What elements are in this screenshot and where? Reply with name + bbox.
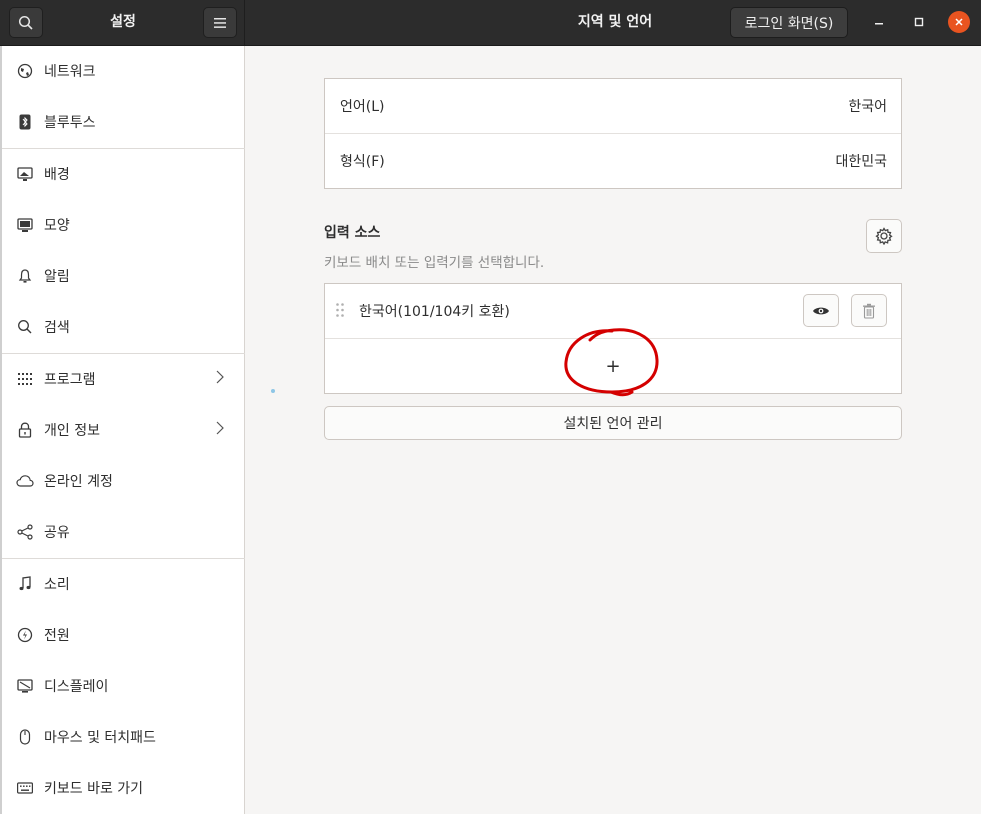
bluetooth-icon	[16, 113, 34, 131]
input-sources-description: 키보드 배치 또는 입력기를 선택합니다.	[324, 255, 545, 271]
sidebar-item-label: 공유	[44, 525, 70, 541]
sidebar-item-network[interactable]: 네트워크	[2, 46, 245, 96]
chevron-right-icon	[216, 370, 224, 388]
sidebar-item-sharing[interactable]: 공유	[2, 507, 245, 557]
language-format-panel: 언어(L) 한국어 형식(F) 대한민국	[324, 78, 902, 189]
sidebar-item-bluetooth[interactable]: 블루투스	[2, 97, 245, 147]
login-screen-button[interactable]: 로그인 화면(S)	[730, 7, 848, 38]
hamburger-icon	[214, 17, 226, 28]
sidebar-item-applications[interactable]: 프로그램	[2, 354, 245, 404]
gear-icon	[875, 227, 893, 245]
input-sources-title: 입력 소스	[324, 225, 381, 241]
cloud-icon	[16, 472, 34, 490]
cursor-dot	[271, 389, 275, 393]
trash-icon	[863, 303, 875, 319]
appearance-icon	[16, 216, 34, 234]
menu-button[interactable]	[203, 7, 237, 38]
sidebar-item-label: 마우스 및 터치패드	[44, 730, 156, 746]
input-sources-list: 한국어(101/104키 호환) +	[324, 283, 902, 394]
sidebar-item-label: 모양	[44, 218, 70, 234]
sidebar-item-label: 소리	[44, 577, 70, 593]
input-source-options-button[interactable]	[866, 219, 902, 253]
close-icon	[955, 18, 963, 26]
formats-label: 형식(F)	[340, 154, 385, 170]
sidebar-item-mouse-touchpad[interactable]: 마우스 및 터치패드	[2, 712, 245, 762]
share-icon	[16, 523, 34, 541]
search-icon	[18, 15, 33, 30]
sidebar-item-keyboard-shortcuts[interactable]: 키보드 바로 가기	[2, 763, 245, 813]
sidebar: 네트워크 블루투스 배경 모양 알림 검색 프로그램 개인 정보 온라인 계정 …	[0, 46, 245, 814]
sidebar-item-background[interactable]: 배경	[2, 149, 245, 199]
language-row[interactable]: 언어(L) 한국어	[325, 79, 901, 133]
mouse-icon	[16, 728, 34, 746]
header-bar: 설정 지역 및 언어 로그인 화면(S)	[0, 0, 981, 46]
apps-grid-icon	[16, 370, 34, 388]
add-input-source-button[interactable]: +	[325, 339, 901, 393]
bell-icon	[16, 267, 34, 285]
input-source-label: 한국어(101/104키 호환)	[359, 304, 510, 320]
sidebar-item-label: 배경	[44, 167, 70, 183]
sidebar-item-label: 온라인 계정	[44, 474, 113, 490]
formats-row[interactable]: 형식(F) 대한민국	[325, 134, 901, 188]
keyboard-icon	[16, 779, 34, 797]
sidebar-item-label: 네트워크	[44, 64, 96, 80]
network-icon	[16, 62, 34, 80]
sidebar-item-display[interactable]: 디스플레이	[2, 661, 245, 711]
sidebar-item-label: 개인 정보	[44, 423, 100, 439]
sidebar-item-label: 키보드 바로 가기	[44, 781, 144, 797]
language-label: 언어(L)	[340, 99, 385, 115]
sidebar-header: 설정	[0, 0, 245, 45]
input-source-row[interactable]: 한국어(101/104키 호환)	[325, 284, 901, 338]
close-button[interactable]	[948, 11, 970, 33]
preview-layout-button[interactable]	[803, 294, 839, 327]
remove-input-source-button[interactable]	[851, 294, 887, 327]
drag-handle-icon[interactable]	[335, 302, 345, 322]
language-value: 한국어	[848, 99, 887, 115]
eye-icon	[813, 307, 829, 314]
minimize-icon	[875, 23, 883, 25]
add-icon: +	[605, 355, 621, 377]
sidebar-item-appearance[interactable]: 모양	[2, 200, 245, 250]
sidebar-item-sound[interactable]: 소리	[2, 559, 245, 609]
sidebar-item-search[interactable]: 검색	[2, 302, 245, 352]
sidebar-item-online-accounts[interactable]: 온라인 계정	[2, 456, 245, 506]
chevron-right-icon	[216, 421, 224, 439]
sidebar-item-label: 검색	[44, 320, 70, 336]
manage-installed-languages-button[interactable]: 설치된 언어 관리	[324, 406, 902, 440]
minimize-button[interactable]	[868, 11, 890, 33]
search-icon	[16, 318, 34, 336]
sidebar-item-power[interactable]: 전원	[2, 610, 245, 660]
page-title: 지역 및 언어	[577, 14, 653, 30]
lock-icon	[16, 421, 34, 439]
sidebar-item-privacy[interactable]: 개인 정보	[2, 405, 245, 455]
power-icon	[16, 626, 34, 644]
formats-value: 대한민국	[835, 154, 887, 170]
music-note-icon	[16, 575, 34, 593]
sidebar-item-label: 프로그램	[44, 372, 96, 388]
maximize-button[interactable]	[908, 11, 930, 33]
sidebar-title: 설정	[110, 14, 136, 30]
sidebar-item-notifications[interactable]: 알림	[2, 251, 245, 301]
search-button[interactable]	[9, 7, 43, 38]
background-icon	[16, 165, 34, 183]
sidebar-item-label: 알림	[44, 269, 70, 285]
sidebar-item-label: 블루투스	[44, 115, 96, 131]
maximize-icon	[914, 17, 924, 27]
sidebar-item-label: 전원	[44, 628, 70, 644]
display-icon	[16, 677, 34, 695]
sidebar-item-label: 디스플레이	[44, 679, 109, 695]
